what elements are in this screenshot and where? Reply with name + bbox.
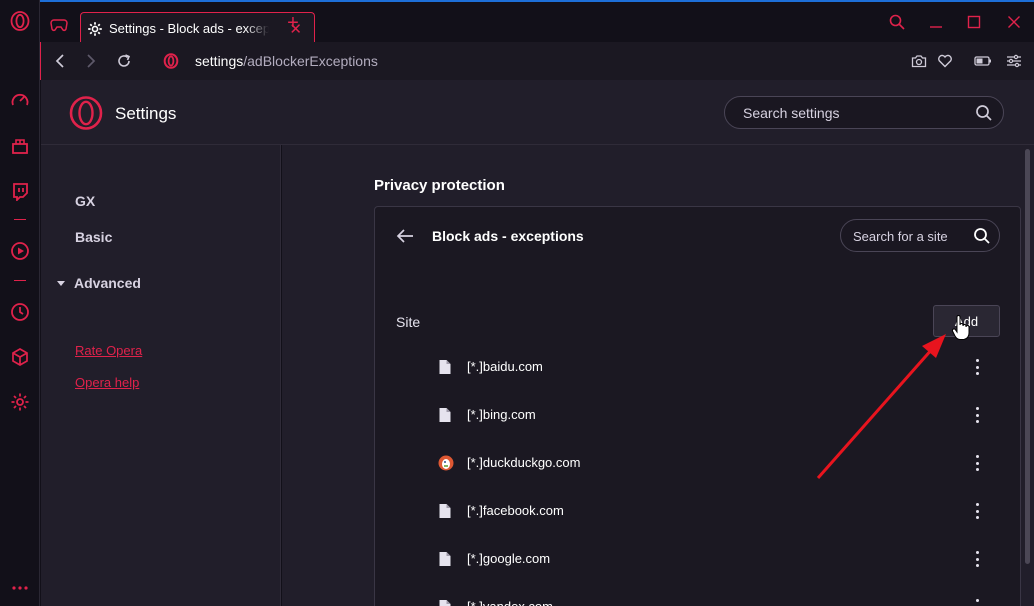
player-icon[interactable]	[8, 239, 32, 263]
new-tab-button[interactable]: +	[283, 13, 303, 34]
settings-gear-icon[interactable]	[8, 390, 32, 414]
search-icon[interactable]	[975, 104, 993, 122]
site-search-input[interactable]	[853, 229, 963, 244]
easy-setup-icon[interactable]	[1005, 52, 1023, 70]
file-icon	[438, 503, 452, 519]
file-icon	[438, 551, 452, 567]
tab-strip: Settings - Block ads - exceptions ✕ +	[40, 0, 1034, 44]
heart-icon[interactable]	[936, 52, 954, 70]
settings-content: Privacy protection Block ads - exception…	[282, 145, 1034, 606]
more-sidebar-icon[interactable]	[8, 574, 32, 598]
site-row: [*.]baidu.com	[435, 343, 1005, 391]
gx-control-icon[interactable]	[8, 89, 32, 113]
scrollbar[interactable]	[1025, 149, 1030, 564]
exceptions-card: Block ads - exceptions Site Add [*.]baid…	[374, 206, 1021, 606]
more-options-icon[interactable]	[972, 501, 982, 521]
section-title: Privacy protection	[374, 177, 505, 194]
settings-tab-icon	[87, 21, 103, 37]
caret-down-icon	[57, 280, 65, 286]
settings-header: Settings	[41, 80, 1034, 145]
more-options-icon[interactable]	[972, 405, 982, 425]
opera-logo-icon	[161, 51, 181, 71]
site-name: [*.]bing.com	[467, 407, 536, 422]
site-column-label: Site	[396, 314, 421, 330]
url-host: settings	[195, 53, 244, 69]
page-title: Settings	[115, 104, 177, 123]
hand-cursor-icon	[951, 315, 970, 340]
opera-gx-logo-icon	[69, 96, 103, 130]
history-icon[interactable]	[8, 300, 32, 324]
close-window-icon[interactable]	[1002, 12, 1026, 32]
gx-sidebar	[0, 0, 40, 606]
search-tabs-icon[interactable]	[885, 12, 909, 32]
menu-item-advanced-label: Advanced	[74, 275, 141, 291]
tab-settings[interactable]: Settings - Block ads - exceptions ✕	[80, 12, 315, 44]
maximize-icon[interactable]	[962, 12, 986, 32]
menu-item-gx[interactable]: GX	[75, 193, 95, 209]
gamepad-icon[interactable]	[48, 14, 70, 36]
rate-opera-link[interactable]: Rate Opera	[75, 343, 142, 358]
search-settings-input[interactable]	[743, 105, 963, 121]
search-settings-box[interactable]	[724, 96, 1004, 129]
duckduckgo-icon	[438, 455, 454, 471]
site-name: [*.]google.com	[467, 551, 551, 566]
site-name: [*.]facebook.com	[467, 503, 564, 518]
browser-window: Settings - Block ads - exceptions ✕ +	[0, 0, 1034, 606]
file-icon	[438, 359, 452, 375]
address-bar: settings/adBlockerExceptions	[40, 42, 1034, 80]
site-row: [*.]facebook.com	[435, 487, 1005, 535]
search-icon[interactable]	[973, 227, 991, 245]
sidebar-divider	[14, 219, 26, 220]
settings-menu: GX Basic Advanced Rate Opera Opera help	[41, 145, 281, 606]
url-field[interactable]: settings/adBlockerExceptions	[195, 53, 378, 69]
file-icon	[438, 407, 452, 423]
more-options-icon[interactable]	[972, 597, 982, 606]
site-row: [*.]duckduckgo.com	[435, 439, 1005, 487]
card-title: Block ads - exceptions	[432, 228, 584, 244]
gx-corner-icon[interactable]	[8, 134, 32, 158]
site-row: [*.]yandex.com	[435, 583, 1005, 606]
camera-icon[interactable]	[910, 52, 928, 70]
tab-title: Settings - Block ads - exceptions	[109, 21, 269, 36]
more-options-icon[interactable]	[972, 549, 982, 569]
site-name: [*.]yandex.com	[467, 599, 553, 606]
sidebar-divider	[14, 280, 26, 281]
url-path: /adBlockerExceptions	[243, 53, 378, 69]
twitch-icon[interactable]	[8, 179, 32, 203]
more-options-icon[interactable]	[972, 453, 982, 473]
site-name: [*.]duckduckgo.com	[467, 455, 581, 470]
more-options-icon[interactable]	[972, 357, 982, 377]
menu-item-advanced[interactable]: Advanced	[57, 275, 141, 291]
site-row: [*.]bing.com	[435, 391, 1005, 439]
back-icon[interactable]	[50, 51, 70, 71]
opera-menu-icon[interactable]	[8, 9, 32, 33]
site-row: [*.]google.com	[435, 535, 1005, 583]
opera-help-link[interactable]: Opera help	[75, 375, 139, 390]
minimize-icon[interactable]	[924, 12, 948, 32]
menu-item-basic[interactable]: Basic	[75, 229, 112, 245]
back-arrow-icon[interactable]	[395, 227, 415, 245]
file-icon	[438, 599, 452, 606]
reload-icon[interactable]	[114, 51, 134, 71]
extensions-icon[interactable]	[8, 345, 32, 369]
site-search-box[interactable]	[840, 219, 1000, 252]
battery-saver-icon[interactable]	[974, 52, 992, 70]
site-name: [*.]baidu.com	[467, 359, 543, 374]
forward-icon[interactable]	[81, 51, 101, 71]
